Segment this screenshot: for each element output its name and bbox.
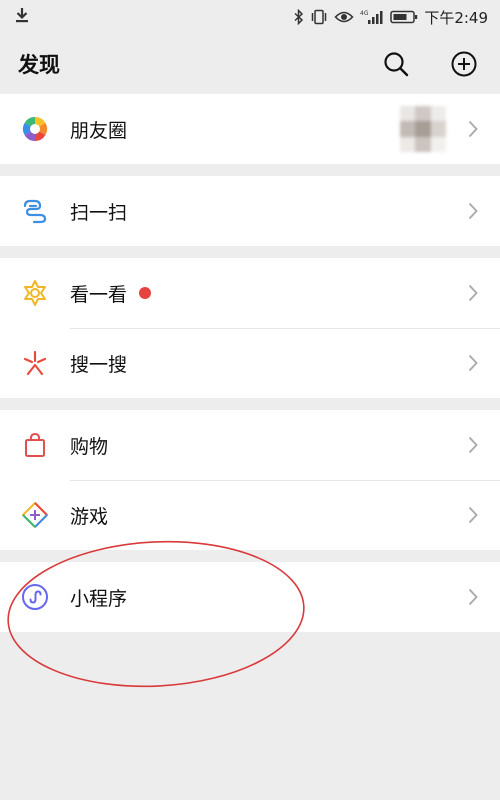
chevron-right-icon	[466, 119, 480, 139]
moments-icon	[20, 114, 50, 144]
chevron-right-icon	[466, 353, 480, 373]
menu-item-label: 看一看	[70, 283, 128, 306]
menu-item-label: 朋友圈	[70, 119, 128, 142]
group-discover: 看一看 搜一搜	[0, 258, 500, 398]
menu-item-search[interactable]: 搜一搜	[0, 328, 500, 398]
search-button[interactable]	[382, 50, 410, 78]
moments-avatar	[400, 106, 446, 152]
add-button[interactable]	[450, 50, 478, 78]
menu-item-scan[interactable]: 扫一扫	[0, 176, 500, 246]
chevron-right-icon	[466, 505, 480, 525]
chevron-right-icon	[466, 283, 480, 303]
menu-item-label: 搜一搜	[70, 353, 128, 376]
menu-item-moments[interactable]: 朋友圈	[0, 94, 500, 164]
svg-text:4G: 4G	[360, 10, 369, 17]
eye-icon	[334, 10, 354, 24]
menu-item-label: 小程序	[70, 587, 128, 610]
menu-item-label: 扫一扫	[70, 201, 128, 224]
new-badge-dot	[139, 287, 152, 299]
battery-icon	[390, 10, 418, 24]
page-title: 发现	[18, 53, 60, 77]
shopping-bag-icon	[20, 430, 50, 460]
page-header: 发现	[0, 34, 500, 94]
menu-item-shopping[interactable]: 购物	[0, 410, 500, 480]
menu-item-label: 游戏	[70, 505, 109, 528]
header-actions	[382, 50, 482, 78]
menu-item-mini-programs[interactable]: 小程序	[0, 562, 500, 632]
menu-item-games[interactable]: 游戏	[0, 480, 500, 550]
group-scan: 扫一扫	[0, 176, 500, 246]
chevron-right-icon	[466, 201, 480, 221]
chevron-right-icon	[466, 587, 480, 607]
bluetooth-icon	[294, 9, 304, 25]
mini-programs-icon	[20, 582, 50, 612]
search-icon	[384, 52, 409, 77]
menu-item-label: 购物	[70, 435, 109, 458]
group-moments: 朋友圈	[0, 94, 500, 164]
group-shop-games: 购物 游戏	[0, 410, 500, 550]
status-icons: 4G 下午2:49	[294, 7, 488, 28]
group-mini-programs: 小程序	[0, 562, 500, 632]
signal-4g-icon: 4G	[360, 9, 384, 25]
vibrate-icon	[310, 9, 328, 25]
top-stories-icon	[20, 278, 50, 308]
search-feature-icon	[20, 348, 50, 378]
status-time: 下午2:49	[424, 8, 488, 27]
chevron-right-icon	[466, 435, 480, 455]
add-circle-icon	[451, 51, 477, 77]
scan-icon	[20, 196, 50, 226]
menu-item-top-stories[interactable]: 看一看	[0, 258, 500, 328]
games-icon	[20, 500, 50, 530]
download-icon	[14, 6, 30, 28]
status-bar: 4G 下午2:49	[0, 0, 500, 34]
